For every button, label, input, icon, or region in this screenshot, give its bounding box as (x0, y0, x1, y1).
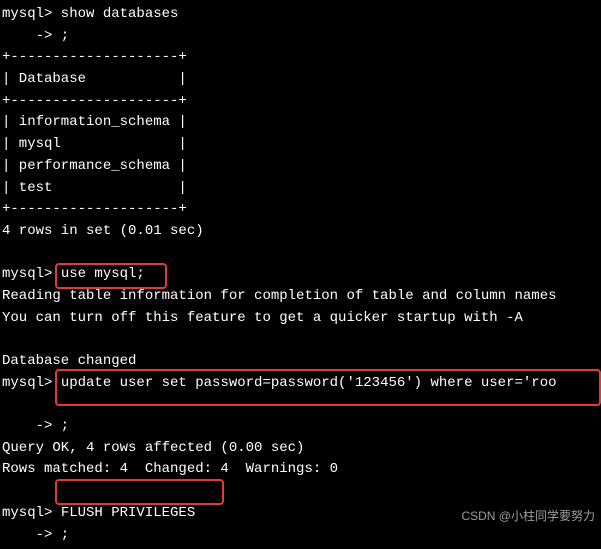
table-border: +--------------------+ (2, 93, 187, 109)
query-result: Rows matched: 4 Changed: 4 Warnings: 0 (2, 461, 338, 477)
table-row: | test | (2, 180, 187, 196)
query-result: Query OK, 4 rows affected (0.00 sec) (2, 440, 304, 456)
table-border: +--------------------+ (2, 201, 187, 217)
info-line: You can turn off this feature to get a q… (2, 310, 523, 326)
table-row: | mysql | (2, 136, 187, 152)
watermark: CSDN @小柱同学要努力 (461, 507, 595, 526)
mysql-prompt: mysql> (2, 375, 61, 391)
table-row: | information_schema | (2, 114, 187, 130)
info-line: Reading table information for completion… (2, 288, 557, 304)
status-line: Database changed (2, 353, 136, 369)
table-row: | performance_schema | (2, 158, 187, 174)
use-mysql-command: use mysql; (61, 266, 145, 282)
table-border: +--------------------+ (2, 49, 187, 65)
continuation-line: -> ; (2, 418, 69, 434)
query-summary: 4 rows in set (0.01 sec) (2, 223, 204, 239)
mysql-prompt: mysql> (2, 505, 61, 521)
line: mysql> show databases (2, 6, 178, 22)
line: -> ; (2, 28, 69, 44)
mysql-prompt: mysql> (2, 266, 61, 282)
continuation-line: -> ; (2, 527, 69, 543)
flush-privileges-command: FLUSH PRIVILEGES (61, 505, 195, 521)
update-password-command: update user set password=password('12345… (61, 375, 557, 391)
terminal-output[interactable]: mysql> show databases -> ; +------------… (0, 0, 601, 549)
table-header: | Database | (2, 71, 187, 87)
